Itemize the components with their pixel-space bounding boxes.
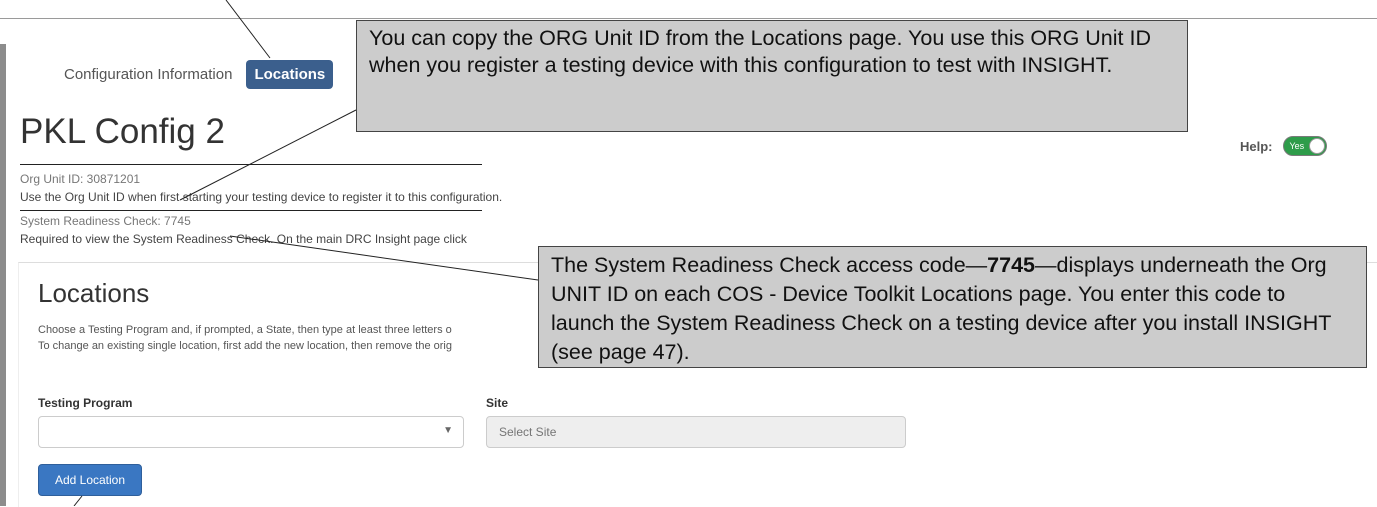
page-title: PKL Config 2 (20, 112, 225, 151)
org-unit-underline (20, 164, 482, 165)
org-unit-note: Use the Org Unit ID when first starting … (20, 190, 503, 204)
locations-title: Locations (38, 278, 150, 308)
org-unit-id: Org Unit ID: 30871201 (20, 172, 141, 186)
locations-desc-line-2: To change an existing single location, f… (38, 340, 452, 352)
system-readiness-info: System Readiness Check: 7745 Required to… (20, 214, 467, 246)
left-border (0, 44, 6, 506)
help-control: Help: Yes (1240, 136, 1327, 156)
callout-org-unit: You can copy the ORG Unit ID from the Lo… (356, 20, 1188, 132)
help-toggle-text: Yes (1289, 141, 1305, 151)
org-unit-info: Org Unit ID: 30871201 Use the Org Unit I… (20, 172, 502, 204)
tab-bar: Configuration Information Locations (56, 56, 334, 92)
system-readiness-code: System Readiness Check: 7745 (20, 214, 191, 228)
site-input[interactable] (486, 416, 906, 448)
system-readiness-underline (20, 210, 482, 211)
tab-locations[interactable]: Locations (246, 59, 334, 89)
help-toggle[interactable]: Yes (1282, 136, 1327, 156)
help-label: Help: (1240, 138, 1273, 154)
tab-configuration-information[interactable]: Configuration Information (56, 60, 240, 89)
callout-system-readiness: The System Readiness Check access code—7… (538, 246, 1367, 368)
system-readiness-note: Required to view the System Readiness Ch… (20, 232, 467, 246)
callout-2-code: 7745 (987, 253, 1036, 277)
toggle-knob-icon (1308, 138, 1325, 154)
site-label: Site (486, 396, 509, 410)
callout-2-text-before: The System Readiness Check access code— (551, 253, 988, 277)
locations-description: Choose a Testing Program and, if prompte… (38, 322, 598, 354)
locations-desc-line-1: Choose a Testing Program and, if prompte… (38, 324, 452, 336)
testing-program-select[interactable]: ▼ (38, 416, 464, 448)
testing-program-label: Testing Program (38, 396, 133, 410)
add-location-button[interactable]: Add Location (38, 464, 142, 496)
caret-down-icon: ▼ (443, 425, 453, 436)
